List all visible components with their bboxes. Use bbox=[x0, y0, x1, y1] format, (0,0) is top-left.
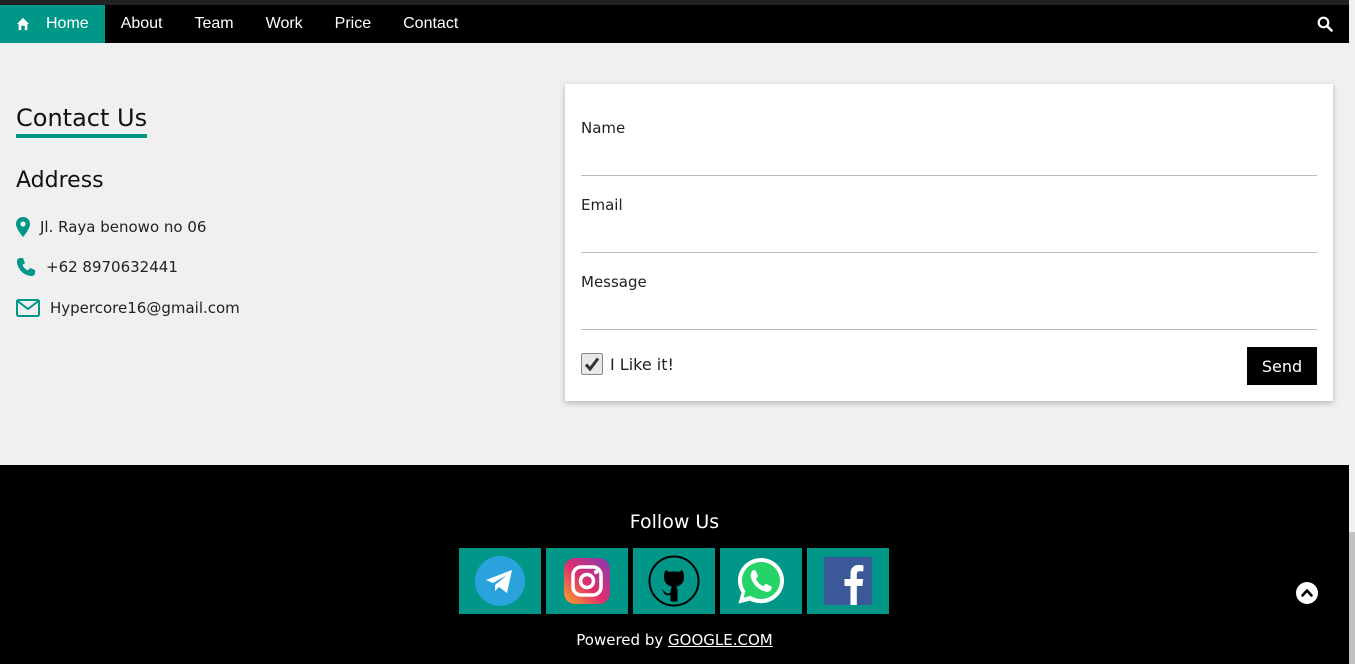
nav-price-label: Price bbox=[334, 15, 372, 32]
nav-contact[interactable]: Contact bbox=[387, 5, 474, 43]
home-icon bbox=[16, 17, 30, 31]
powered-by-prefix: Powered by bbox=[576, 631, 664, 649]
phone-icon bbox=[17, 258, 35, 276]
social-links bbox=[459, 548, 894, 614]
address-row: Jl. Raya benowo no 06 bbox=[16, 217, 206, 237]
powered-by: Powered by GOOGLE.COM bbox=[0, 631, 1349, 649]
contact-form-card: Name Email Message I Like it! Send bbox=[565, 84, 1333, 401]
nav-price[interactable]: Price bbox=[319, 5, 387, 43]
like-checkbox-label: I Like it! bbox=[610, 354, 674, 374]
nav-home[interactable]: Home bbox=[0, 5, 105, 43]
nav-work[interactable]: Work bbox=[250, 5, 319, 43]
instagram-link[interactable] bbox=[546, 548, 628, 614]
telegram-icon bbox=[475, 556, 525, 606]
address-text: Jl. Raya benowo no 06 bbox=[40, 218, 207, 236]
scrollbar-thumb[interactable] bbox=[1349, 532, 1355, 664]
envelope-icon bbox=[16, 299, 40, 317]
navbar: Home About Team Work Price Contact bbox=[0, 5, 1349, 43]
message-input[interactable] bbox=[581, 302, 1317, 330]
whatsapp-icon bbox=[738, 558, 784, 604]
instagram-icon bbox=[564, 558, 610, 604]
footer: Follow Us Powered by GOOGLE.COM bbox=[0, 465, 1349, 664]
facebook-icon bbox=[824, 557, 872, 605]
nav-contact-label: Contact bbox=[403, 15, 459, 32]
contact-title: Contact Us bbox=[16, 104, 148, 138]
search-icon[interactable] bbox=[1317, 16, 1333, 32]
checkmark-icon bbox=[584, 357, 600, 372]
github-icon bbox=[648, 555, 700, 607]
map-marker-icon bbox=[16, 217, 30, 237]
whatsapp-link[interactable] bbox=[720, 548, 802, 614]
follow-us-title: Follow Us bbox=[629, 511, 720, 533]
name-input[interactable] bbox=[581, 148, 1317, 176]
email-input[interactable] bbox=[581, 225, 1317, 253]
telegram-link[interactable] bbox=[459, 548, 541, 614]
like-checkbox-group: I Like it! bbox=[581, 353, 674, 375]
nav-about[interactable]: About bbox=[105, 5, 179, 43]
send-button[interactable]: Send bbox=[1247, 347, 1317, 385]
page-scrollbar[interactable] bbox=[1349, 0, 1355, 664]
phone-row: +62 8970632441 bbox=[16, 257, 178, 277]
email-row: Hypercore16@gmail.com bbox=[16, 299, 240, 317]
message-label: Message bbox=[581, 273, 647, 291]
nav-team-label: Team bbox=[194, 15, 234, 32]
powered-by-link[interactable]: GOOGLE.COM bbox=[668, 631, 773, 649]
nav-home-label: Home bbox=[46, 15, 89, 32]
like-checkbox[interactable] bbox=[581, 353, 603, 375]
nav-work-label: Work bbox=[265, 15, 303, 32]
address-heading: Address bbox=[16, 168, 104, 193]
github-link[interactable] bbox=[633, 548, 715, 614]
email-label: Email bbox=[581, 196, 623, 214]
nav-about-label: About bbox=[120, 15, 163, 32]
phone-text: +62 8970632441 bbox=[46, 258, 178, 276]
name-label: Name bbox=[581, 119, 626, 137]
nav-team[interactable]: Team bbox=[179, 5, 250, 43]
chevron-up-icon bbox=[1301, 589, 1313, 597]
facebook-link[interactable] bbox=[807, 548, 889, 614]
back-to-top-button[interactable] bbox=[1296, 582, 1318, 604]
email-text: Hypercore16@gmail.com bbox=[50, 299, 240, 317]
